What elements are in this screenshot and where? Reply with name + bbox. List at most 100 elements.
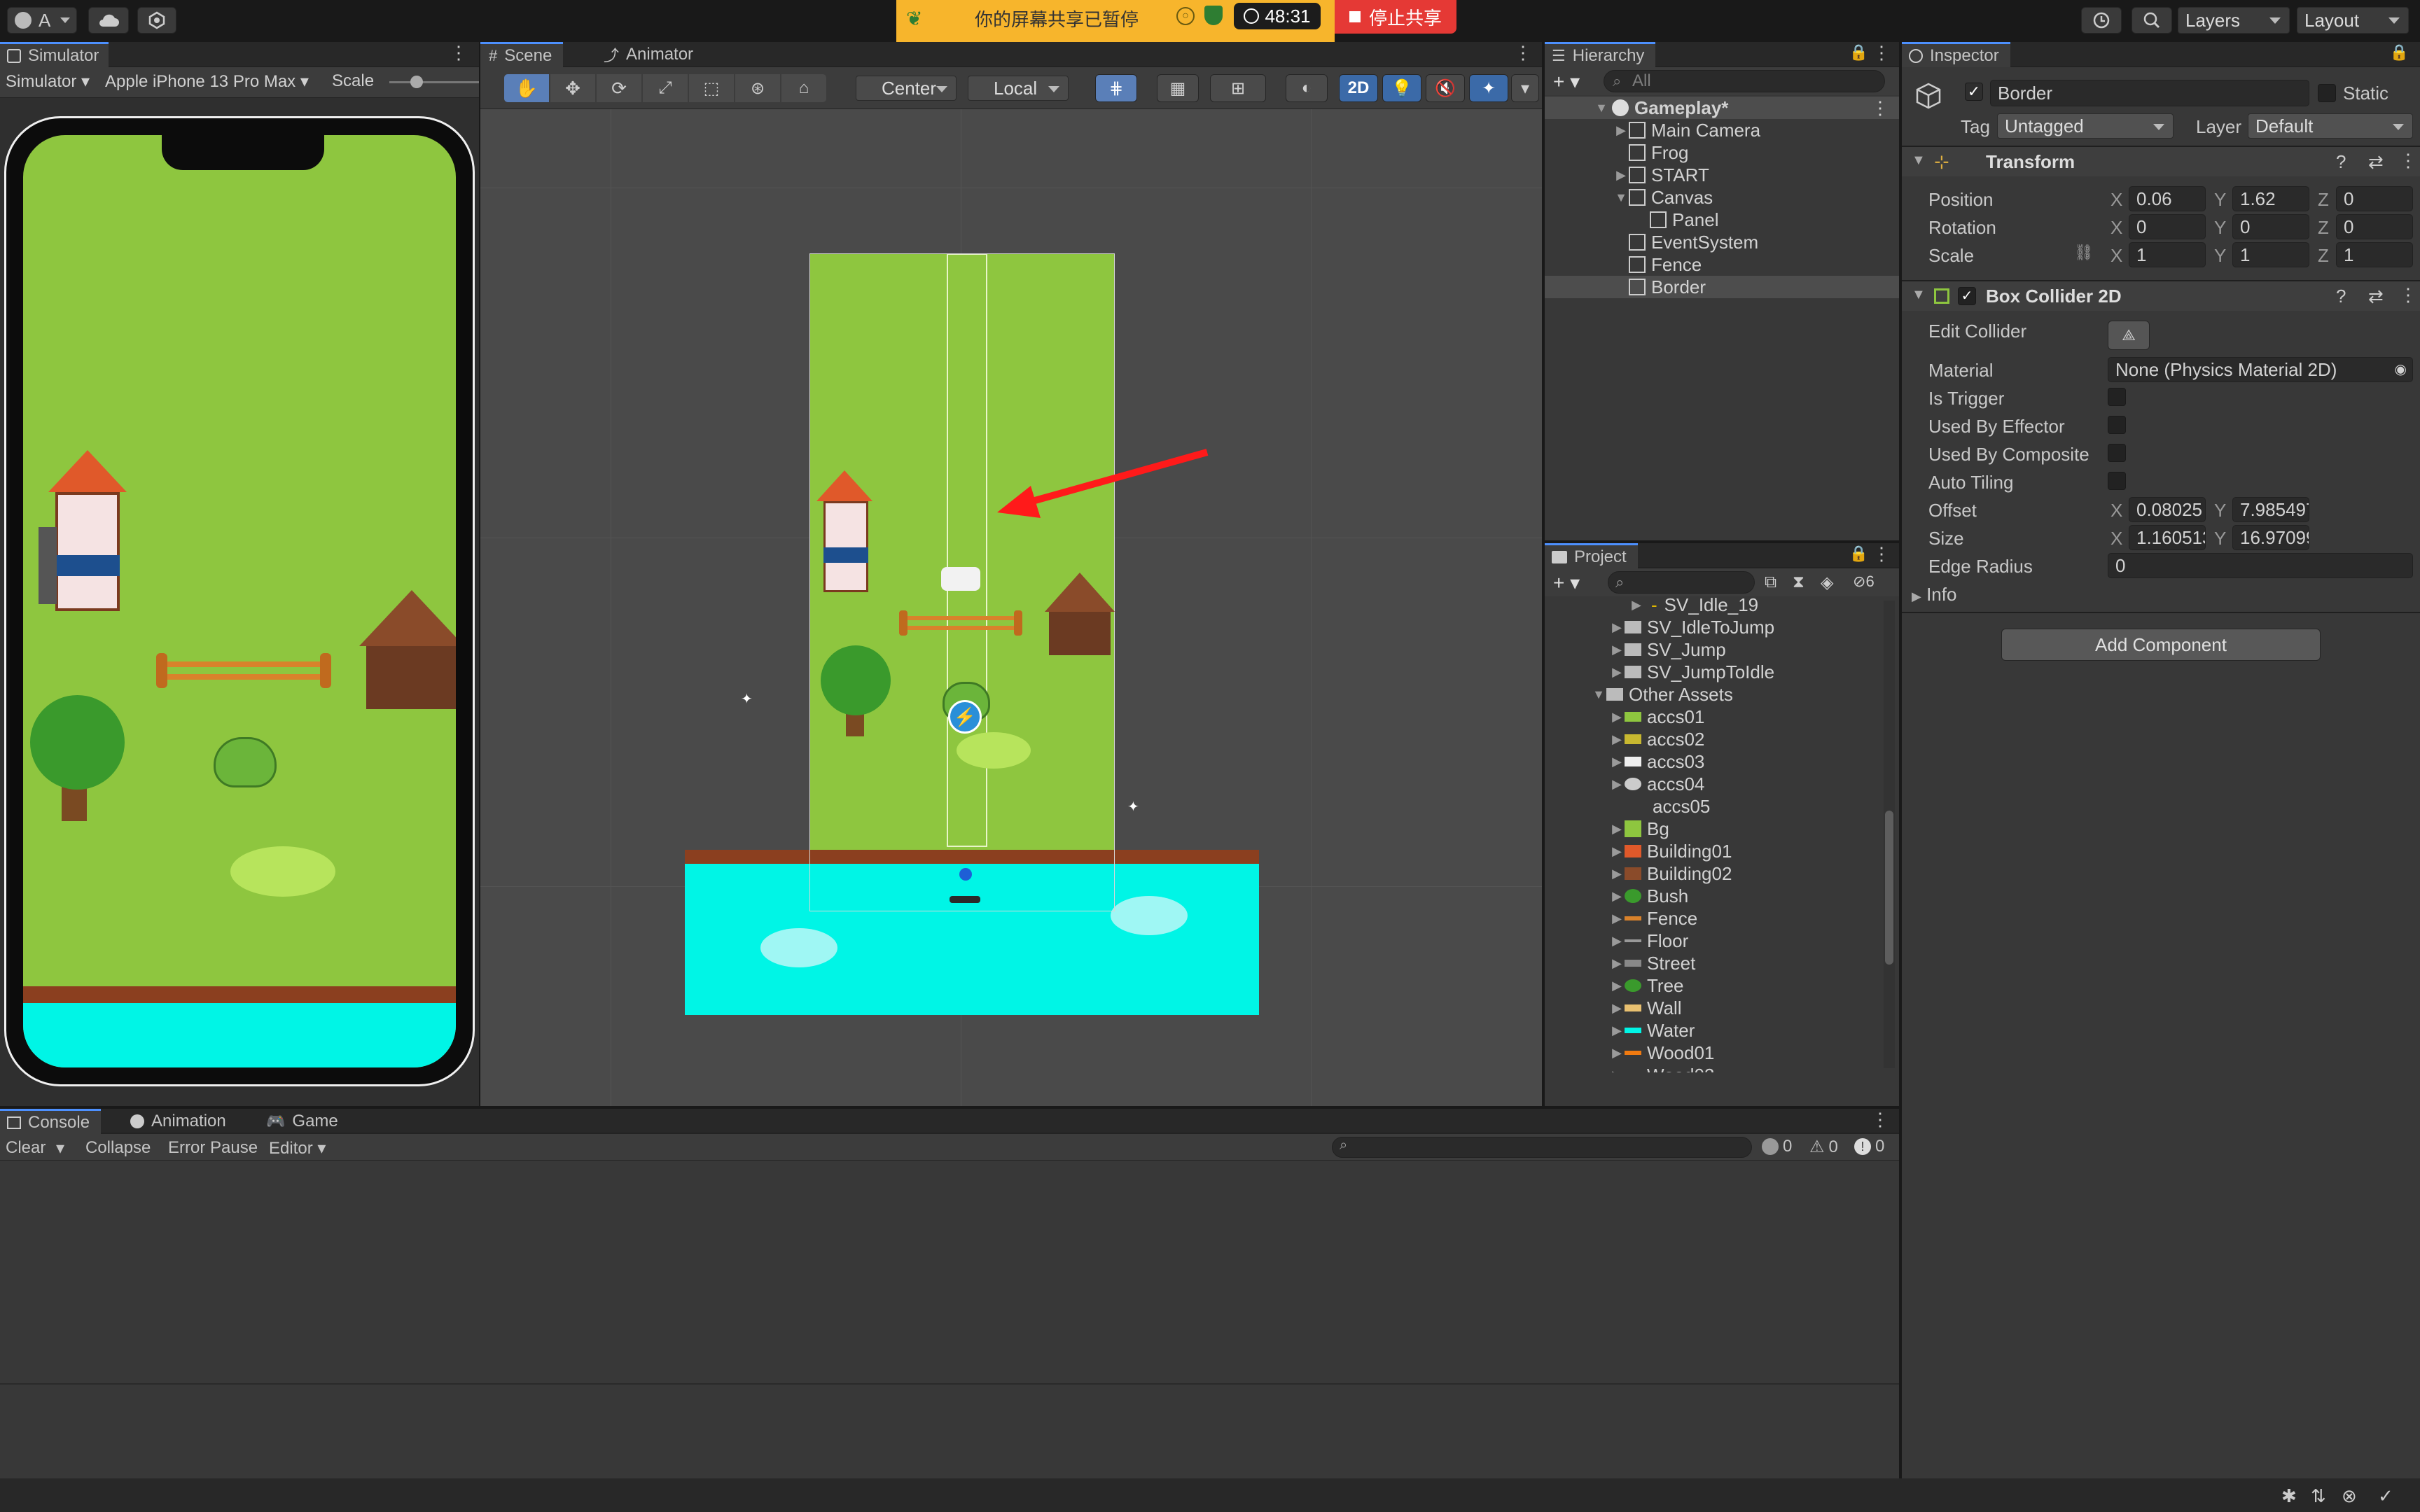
asset-row[interactable]: ▶ SV_JumpToIdle <box>1545 661 1881 683</box>
scale-slider[interactable] <box>389 76 479 88</box>
create-button[interactable]: + ▾ <box>1553 70 1580 93</box>
stop-share-button[interactable]: 停止共享 <box>1335 0 1456 34</box>
asset-row[interactable]: ▶ accs01 <box>1545 706 1881 728</box>
network-icon[interactable]: ⇅ <box>2311 1485 2326 1507</box>
scene-viewport[interactable]: ⚡ ✦ ✦ <box>480 109 1542 1106</box>
tree-item-fence[interactable]: Fence <box>1545 253 1899 276</box>
preset-icon[interactable]: ⇄ <box>2368 286 2384 307</box>
folder-other-assets[interactable]: ▼ Other Assets <box>1545 683 1881 706</box>
size-y-field[interactable]: 16.97099 <box>2232 525 2309 550</box>
asset-row[interactable]: accs05 <box>1545 795 1881 818</box>
grid-visibility-button[interactable]: ▦ <box>1157 74 1199 102</box>
static-checkbox[interactable] <box>2318 84 2336 102</box>
panel-menu-icon[interactable]: ⋮ <box>1514 42 1532 64</box>
asset-row[interactable]: ▶ Fence <box>1545 907 1881 930</box>
cloud-button[interactable] <box>88 7 129 34</box>
space-dropdown[interactable]: Local <box>968 76 1069 101</box>
hidden-count-icon[interactable]: ⊘6 <box>1853 573 1875 591</box>
audio-button[interactable]: 🔇 <box>1426 74 1465 102</box>
link-icon[interactable]: ⛓ <box>2074 244 2094 262</box>
asset-row[interactable]: ▶ Water <box>1545 1019 1881 1042</box>
panel-menu-icon[interactable]: ⋮ <box>1871 1109 1889 1130</box>
used-by-effector-checkbox[interactable] <box>2108 416 2126 434</box>
offset-x-field[interactable]: 0.08025 <box>2129 497 2206 522</box>
console-search-input[interactable]: ⌕ <box>1332 1137 1752 1158</box>
toggle-2d-button[interactable]: 2D <box>1339 74 1378 102</box>
tree-item-canvas[interactable]: ▼ Canvas <box>1545 186 1899 209</box>
tab-console[interactable]: Console <box>0 1109 102 1134</box>
warning-count-toggle[interactable]: ⚠ 0 <box>1809 1137 1838 1157</box>
increment-snap-button[interactable]: ⊞ <box>1210 74 1266 102</box>
scale-tool-icon[interactable]: ⤢ <box>643 74 688 102</box>
asset-row[interactable]: ▶ accs02 <box>1545 728 1881 750</box>
rect-tool-icon[interactable]: ⬚ <box>689 74 734 102</box>
info-foldout[interactable]: ▶ Info <box>1912 584 1956 606</box>
edge-radius-field[interactable]: 0 <box>2108 553 2413 578</box>
custom-tool-icon[interactable]: ⌂ <box>781 74 826 102</box>
asset-row[interactable]: ▶ Floor <box>1545 930 1881 952</box>
slider-handle[interactable] <box>410 76 423 88</box>
collider-enabled-checkbox[interactable]: ✓ <box>1958 287 1976 305</box>
object-picker-icon[interactable]: ◉ <box>2395 360 2407 378</box>
position-z-field[interactable]: 0 <box>2336 186 2413 211</box>
rotation-x-field[interactable]: 0 <box>2129 214 2206 239</box>
component-menu-icon[interactable]: ⋮ <box>2399 284 2417 306</box>
rotate-tool-icon[interactable]: ⟳ <box>597 74 641 102</box>
asset-row[interactable]: ▶ ‐ SV_Idle_19 <box>1545 598 1881 616</box>
name-field[interactable]: Border <box>1990 80 2309 106</box>
camera-gizmo-icon[interactable] <box>941 567 980 591</box>
tree-item-start[interactable]: ▶ START <box>1545 164 1899 186</box>
collapse-arrow-icon[interactable]: ▼ <box>1912 287 1926 303</box>
error-pause-button[interactable]: Error Pause <box>168 1138 258 1158</box>
hierarchy-search-input[interactable]: ⌕ All <box>1604 70 1885 92</box>
tab-simulator[interactable]: Simulator <box>0 42 109 67</box>
layout-dropdown[interactable]: Layout <box>2297 7 2409 34</box>
expand-arrow-icon[interactable]: ▶ <box>1912 589 1921 603</box>
offset-y-field[interactable]: 7.985497 <box>2232 497 2309 522</box>
device-dropdown[interactable]: Apple iPhone 13 Pro Max ▾ <box>105 71 309 92</box>
asset-row[interactable]: ▶ Bush <box>1545 885 1881 907</box>
tab-project[interactable]: Project <box>1545 543 1638 568</box>
progress-icon[interactable]: ⊗ <box>2342 1485 2357 1507</box>
collapse-arrow-icon[interactable]: ▼ <box>1912 153 1926 169</box>
simulator-mode-dropdown[interactable]: Simulator ▾ <box>6 71 90 92</box>
collapse-arrow-icon[interactable]: ▼ <box>1594 100 1609 115</box>
size-x-field[interactable]: 1.160513 <box>2129 525 2206 550</box>
tab-animator[interactable]: ⤴ Animator <box>595 42 704 67</box>
scale-x-field[interactable]: 1 <box>2129 242 2206 267</box>
project-scrollbar[interactable] <box>1884 601 1895 1068</box>
edit-collider-button[interactable]: ⟁ <box>2108 321 2150 350</box>
component-menu-icon[interactable]: ⋮ <box>2399 150 2417 172</box>
create-asset-button[interactable]: + ▾ <box>1553 571 1580 594</box>
tab-scene[interactable]: # Scene <box>480 42 564 67</box>
auto-tiling-checkbox[interactable] <box>2108 472 2126 490</box>
layers-dropdown[interactable]: Layers <box>2178 7 2290 34</box>
help-icon[interactable]: ? <box>2336 151 2346 173</box>
lighting-button[interactable]: 💡 <box>1382 74 1421 102</box>
lock-icon[interactable]: 🔒 <box>1849 43 1868 62</box>
asset-row[interactable]: ▶ Wood01 <box>1545 1042 1881 1064</box>
panel-menu-icon[interactable]: ⋮ <box>1872 42 1891 64</box>
pivot-dropdown[interactable]: Center <box>856 76 957 101</box>
clear-button[interactable]: Clear <box>6 1138 46 1158</box>
asset-row[interactable]: ▶ accs04 <box>1545 773 1881 795</box>
collapse-button[interactable]: Collapse <box>85 1138 151 1158</box>
tree-item-frog[interactable]: Frog <box>1545 141 1899 164</box>
tree-item-border[interactable]: Border <box>1545 276 1899 298</box>
used-by-composite-checkbox[interactable] <box>2108 444 2126 462</box>
phone-screen[interactable] <box>23 135 456 1068</box>
expand-arrow-icon[interactable]: ▶ <box>1613 122 1629 138</box>
help-icon[interactable]: ? <box>2336 286 2346 307</box>
rotation-z-field[interactable]: 0 <box>2336 214 2413 239</box>
filter-type-icon[interactable]: ⧉ <box>1765 573 1776 592</box>
effects-button[interactable]: ✦ <box>1469 74 1508 102</box>
gizmos-dropdown[interactable]: ▾ <box>1511 74 1539 102</box>
is-trigger-checkbox[interactable] <box>2108 388 2126 406</box>
log-count-toggle[interactable]: 0 <box>1762 1137 1792 1156</box>
share-info-icon[interactable]: ○ <box>1176 7 1195 25</box>
start-gizmo-icon[interactable] <box>950 868 980 907</box>
panel-menu-icon[interactable]: ⋮ <box>1872 543 1891 565</box>
asset-row[interactable]: ▶ Bg <box>1545 818 1881 840</box>
position-x-field[interactable]: 0.06 <box>2129 186 2206 211</box>
hand-tool-icon[interactable]: ✋ <box>504 74 549 102</box>
